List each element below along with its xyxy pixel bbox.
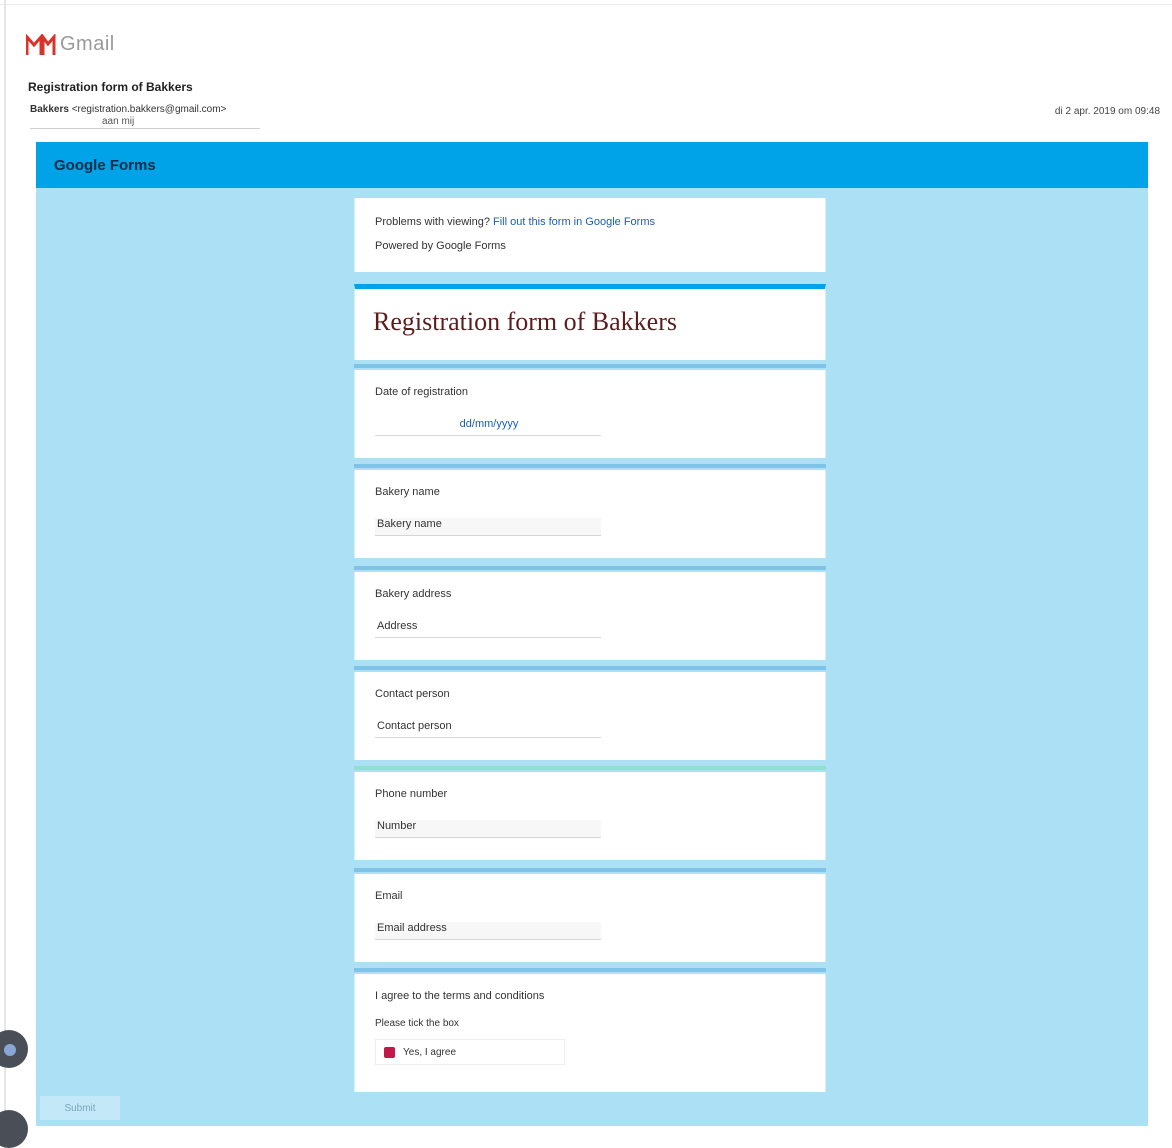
checkbox-icon[interactable] <box>384 1046 395 1058</box>
section-divider <box>354 968 826 972</box>
question-card: Bakery name Bakery name <box>354 470 826 558</box>
email-input[interactable]: Email address <box>375 922 601 940</box>
submit-button[interactable]: Submit <box>40 1096 120 1120</box>
question-label: Bakery name <box>375 486 440 498</box>
question-card: Contact person Contact person <box>354 672 826 760</box>
question-label: Bakery address <box>375 588 452 600</box>
form-title: Registration form of Bakkers <box>373 307 677 336</box>
form-header-bar: Google Forms <box>36 142 1148 188</box>
recipient-label: aan mij <box>102 116 135 127</box>
question-sublabel: Please tick the box <box>375 1018 459 1029</box>
sender-name[interactable]: Bakkers <box>30 104 69 115</box>
contact-person-input[interactable]: Contact person <box>375 720 601 738</box>
section-divider <box>354 464 826 468</box>
question-label: Contact person <box>375 688 450 700</box>
question-card: Bakery address Address <box>354 572 826 660</box>
email-view: Gmail Registration form of Bakkers Bakke… <box>0 0 1172 1148</box>
question-label: I agree to the terms and conditions <box>375 990 545 1002</box>
question-card: Date of registration dd/mm/yyyy <box>354 370 826 458</box>
question-card: I agree to the terms and conditions Plea… <box>354 974 826 1092</box>
form-header-title: Google Forms <box>54 156 156 174</box>
section-divider <box>354 666 826 670</box>
section-divider <box>354 766 826 770</box>
phone-input[interactable]: Number <box>375 820 601 838</box>
form-title-card: Registration form of Bakkers <box>354 284 826 360</box>
date-input[interactable]: dd/mm/yyyy <box>375 418 601 436</box>
gmail-logo-text: Gmail <box>60 33 115 55</box>
left-border <box>4 0 6 1148</box>
address-input[interactable]: Address <box>375 620 601 638</box>
header-separator <box>30 128 260 129</box>
question-card: Phone number Number <box>354 772 826 860</box>
bakery-name-input[interactable]: Bakery name <box>375 518 601 536</box>
section-divider <box>354 868 826 872</box>
sender-email: <registration.bakkers@gmail.com> <box>71 104 227 115</box>
gmail-m-icon <box>26 33 56 56</box>
question-label: Email <box>375 890 403 902</box>
form-notice-card: Problems with viewing? Fill out this for… <box>354 198 826 272</box>
email-subject: Registration form of Bakkers <box>28 80 193 94</box>
email-date: di 2 apr. 2019 om 09:48 <box>1054 106 1160 117</box>
chat-bubble-icon[interactable] <box>0 1030 28 1068</box>
section-divider <box>354 566 826 570</box>
agree-checkbox-row[interactable]: Yes, I agree <box>375 1039 565 1065</box>
question-card: Email Email address <box>354 874 826 962</box>
notice-text: Problems with viewing? <box>375 216 493 228</box>
question-label: Phone number <box>375 788 448 800</box>
help-bubble-icon[interactable] <box>0 1110 28 1148</box>
checkbox-label: Yes, I agree <box>403 1046 457 1058</box>
notice-powered: Powered by Google Forms <box>375 240 506 252</box>
notice-link[interactable]: Fill out this form in Google Forms <box>493 216 655 228</box>
sender-info: Bakkers <registration.bakkers@gmail.com>… <box>30 104 226 128</box>
question-label: Date of registration <box>375 386 468 398</box>
gmail-logo[interactable]: Gmail <box>26 33 115 56</box>
section-divider <box>354 364 826 368</box>
top-border <box>0 4 1172 5</box>
